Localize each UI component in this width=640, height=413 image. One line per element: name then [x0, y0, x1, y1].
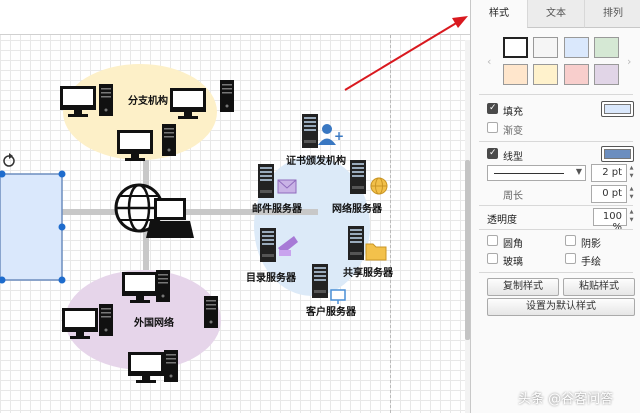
swatch-gray[interactable] [533, 37, 558, 58]
folder-icon [365, 243, 387, 261]
globe-small-icon [370, 177, 388, 195]
resize-handle [58, 170, 66, 178]
swatch-yellow[interactable] [533, 64, 558, 85]
resize-handle [58, 223, 66, 231]
swatch-red[interactable] [564, 64, 589, 85]
divider [479, 272, 633, 273]
swatch-orange[interactable] [503, 64, 528, 85]
gradient-label: 渐变 [503, 126, 523, 137]
tab-style[interactable]: 样式 [471, 0, 527, 28]
perimeter-stepper-icon[interactable]: ▲ ▼ [628, 185, 635, 201]
perimeter-input[interactable]: 0 pt [591, 185, 627, 203]
fill-label: 填充 [503, 107, 523, 118]
cert-server-icon [302, 114, 318, 148]
fill-color-button[interactable] [601, 101, 634, 117]
divider [479, 141, 633, 142]
opacity-label: 透明度 [487, 215, 517, 226]
swatch-blue[interactable] [564, 37, 589, 58]
branch-tower-icon [99, 84, 113, 116]
selected-shape [0, 173, 63, 281]
foreign-monitor-icon [128, 352, 164, 383]
network-diagram: 分支机构 外国网络 + 证书颁发机构 邮件服务器 网络服务器 目录服务器 共享服… [0, 16, 468, 383]
line-color-button[interactable] [601, 146, 634, 162]
foreign-tower-icon [164, 350, 178, 382]
line-label: 线型 [503, 152, 523, 163]
foreign-label: 外国网络 [133, 316, 174, 329]
opacity-input[interactable]: 100 % [593, 208, 627, 233]
set-default-style-button[interactable]: 设置为默认样式 [487, 298, 635, 316]
copy-style-button[interactable]: 复制样式 [487, 278, 559, 296]
sketch-checkbox[interactable] [565, 253, 576, 264]
client-server-icon [312, 264, 328, 298]
glass-checkbox[interactable] [487, 253, 498, 264]
swatch-purple[interactable] [594, 64, 619, 85]
sketch-label: 手绘 [581, 257, 601, 268]
share-server-icon [348, 226, 364, 260]
swatch-green[interactable] [594, 37, 619, 58]
foreign-tower-icon [99, 304, 113, 336]
share-label: 共享服务器 [343, 266, 394, 279]
dir-label: 目录服务器 [246, 271, 297, 284]
shadow-label: 阴影 [581, 239, 601, 250]
branch-tower-icon [220, 80, 234, 112]
swatch-next-icon[interactable]: › [627, 55, 631, 68]
divider [479, 205, 633, 206]
swatch-white[interactable] [503, 37, 528, 58]
dir-server-icon [260, 228, 276, 262]
branch-tower-icon [162, 124, 176, 156]
web-label: 网络服务器 [332, 202, 383, 215]
shadow-checkbox[interactable] [565, 235, 576, 246]
rounded-label: 圆角 [503, 239, 523, 250]
mail-label: 邮件服务器 [252, 202, 303, 215]
rotate-handle-icon [3, 153, 15, 167]
mail-server-icon [258, 164, 274, 198]
foreign-tower-icon [204, 296, 218, 328]
divider [479, 229, 633, 230]
watermark: 头条 @谷客问答 [518, 392, 614, 407]
client-label: 客户服务器 [305, 305, 357, 318]
glass-label: 玻璃 [503, 257, 523, 268]
desktop-small-icon [330, 289, 346, 304]
cert-label: 证书颁发机构 [286, 154, 346, 167]
tab-text[interactable]: 文本 [527, 0, 584, 28]
chevron-down-icon: ▼ [575, 167, 582, 176]
tab-arrange[interactable]: 排列 [584, 0, 640, 28]
line-width-input[interactable]: 2 pt [591, 164, 627, 182]
diagram-canvas[interactable]: 分支机构 外国网络 + 证书颁发机构 邮件服务器 网络服务器 目录服务器 共享服… [0, 0, 470, 413]
line-pattern-select[interactable]: ▼ [487, 165, 586, 181]
divider [479, 94, 633, 95]
line-width-stepper-icon[interactable]: ▲ ▼ [628, 164, 635, 180]
resize-handle [58, 276, 66, 284]
web-server-icon [350, 160, 366, 194]
swatch-prev-icon[interactable]: ‹ [487, 55, 491, 68]
line-checkbox[interactable] [487, 148, 498, 159]
envelope-icon [277, 179, 297, 194]
annotation-arrow [344, 16, 468, 91]
perimeter-label: 周长 [503, 191, 523, 202]
format-panel: 样式 文本 排列 ‹ › 填充 渐变 线型 ▼ 2 pt ▲▼ 周长 0 pt … [470, 0, 640, 413]
user-add-icon: + [318, 124, 344, 145]
branch-label: 分支机构 [128, 94, 168, 107]
paste-style-button[interactable]: 粘贴样式 [563, 278, 635, 296]
svg-text:+: + [334, 129, 344, 143]
foreign-tower-icon [156, 270, 170, 302]
rounded-checkbox[interactable] [487, 235, 498, 246]
fill-checkbox[interactable] [487, 103, 498, 114]
opacity-stepper-icon[interactable]: ▲ ▼ [628, 208, 635, 224]
gradient-checkbox[interactable] [487, 122, 498, 133]
